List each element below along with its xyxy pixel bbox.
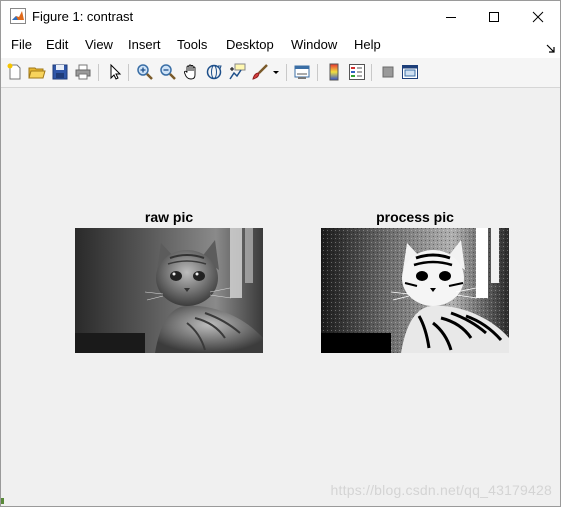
pointer-icon[interactable] xyxy=(106,63,124,81)
axes-title-raw: raw pic xyxy=(144,209,194,225)
minimize-icon xyxy=(445,11,457,23)
new-figure-icon[interactable] xyxy=(6,63,24,81)
figure-window: Figure 1: contrast File Edit View Insert… xyxy=(0,0,561,507)
minimize-button[interactable] xyxy=(429,1,473,32)
menu-tools[interactable]: Tools xyxy=(177,37,207,52)
menu-window[interactable]: Window xyxy=(291,37,337,52)
pan-icon[interactable] xyxy=(182,63,200,81)
axes-title-process: process pic xyxy=(376,209,454,225)
toolbar-separator xyxy=(128,64,129,81)
toolbar-separator xyxy=(98,64,99,81)
menu-insert[interactable]: Insert xyxy=(128,37,161,52)
menu-help[interactable]: Help xyxy=(354,37,381,52)
close-button[interactable] xyxy=(516,1,560,32)
menu-bar: File Edit View Insert Tools Desktop Wind… xyxy=(1,32,560,58)
toolbar-separator xyxy=(286,64,287,81)
zoom-out-icon[interactable] xyxy=(159,63,177,81)
colorbar-icon[interactable] xyxy=(325,63,343,81)
figure-canvas: raw pic process pic https://blog.csdn.ne… xyxy=(1,88,560,506)
show-plot-tools-icon[interactable] xyxy=(401,63,419,81)
brush-dropdown-icon[interactable] xyxy=(271,63,281,81)
data-cursor-icon[interactable] xyxy=(228,63,246,81)
figure-toolbar xyxy=(1,58,560,88)
raw-image xyxy=(75,228,263,353)
title-bar: Figure 1: contrast xyxy=(1,1,560,32)
link-plot-icon[interactable] xyxy=(293,63,311,81)
menu-view[interactable]: View xyxy=(85,37,113,52)
processed-image xyxy=(321,228,509,353)
window-title: Figure 1: contrast xyxy=(32,9,134,24)
resize-grip xyxy=(1,498,4,504)
menu-file[interactable]: File xyxy=(11,37,32,52)
close-icon xyxy=(532,11,544,23)
rotate-3d-icon[interactable] xyxy=(205,63,223,81)
dock-arrow-icon[interactable] xyxy=(546,40,555,53)
open-file-icon[interactable] xyxy=(28,63,46,81)
legend-icon[interactable] xyxy=(348,63,366,81)
print-icon[interactable] xyxy=(74,63,92,81)
zoom-in-icon[interactable] xyxy=(136,63,154,81)
matlab-logo-icon xyxy=(10,8,26,24)
hide-plot-tools-icon[interactable] xyxy=(379,63,397,81)
toolbar-separator xyxy=(371,64,372,81)
menu-desktop[interactable]: Desktop xyxy=(226,37,274,52)
maximize-button[interactable] xyxy=(472,1,516,32)
watermark-text: https://blog.csdn.net/qq_43179428 xyxy=(330,482,552,498)
save-icon[interactable] xyxy=(51,63,69,81)
toolbar-separator xyxy=(317,64,318,81)
brush-icon[interactable] xyxy=(251,63,269,81)
maximize-icon xyxy=(488,11,500,23)
menu-edit[interactable]: Edit xyxy=(46,37,68,52)
